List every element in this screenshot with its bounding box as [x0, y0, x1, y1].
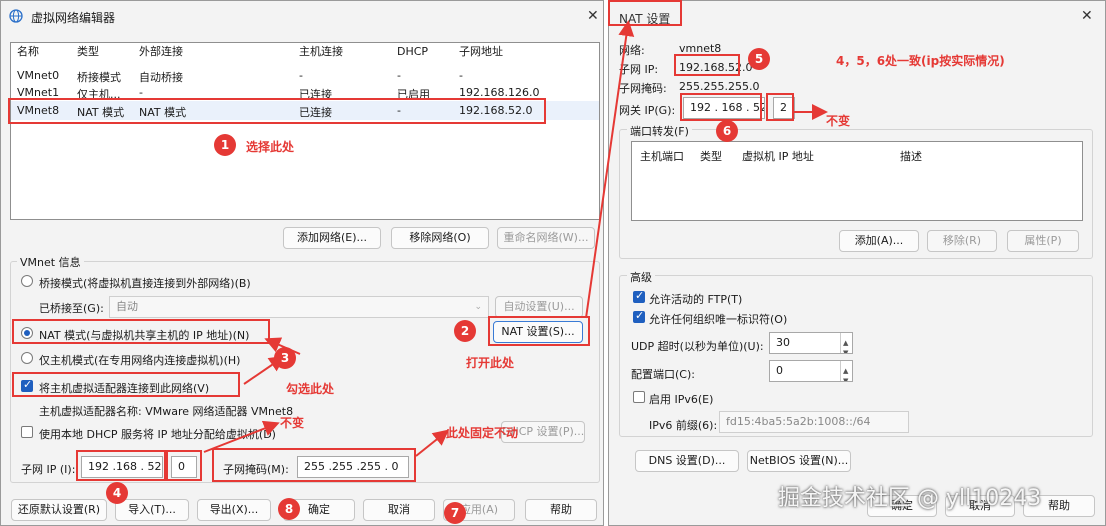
step-badge-7: 7 [444, 502, 466, 524]
watermark: 掘金技术社区 @ yll10243 [778, 486, 1042, 511]
arrow-to-nat-dialog [585, 20, 635, 319]
step-badge-3: 3 [274, 347, 296, 369]
annotation-open-here: 打开此处 [466, 356, 515, 370]
step-badge-8: 8 [278, 498, 300, 520]
annotation-arrows [203, 20, 828, 457]
annotation-unchanged-main: 不变 [280, 416, 305, 430]
arrow-unchanged-main [203, 420, 280, 453]
step-badge-1: 1 [214, 134, 236, 156]
annotation-check-here: 勾选此处 [286, 382, 335, 396]
annotation-unchanged-gateway: 不变 [826, 114, 851, 128]
annotation-fixed: 此处固定不动 [446, 426, 519, 440]
step-badge-4: 4 [106, 482, 128, 504]
step-badge-6: 6 [716, 120, 738, 142]
annotation-consistent: 4，5，6处一致(ip按实际情况) [836, 54, 1005, 68]
step-badge-2: 2 [454, 320, 476, 342]
annotation-select-here: 选择此处 [246, 140, 295, 154]
arrow-fixed-mask [415, 429, 450, 457]
step-badge-5: 5 [748, 48, 770, 70]
